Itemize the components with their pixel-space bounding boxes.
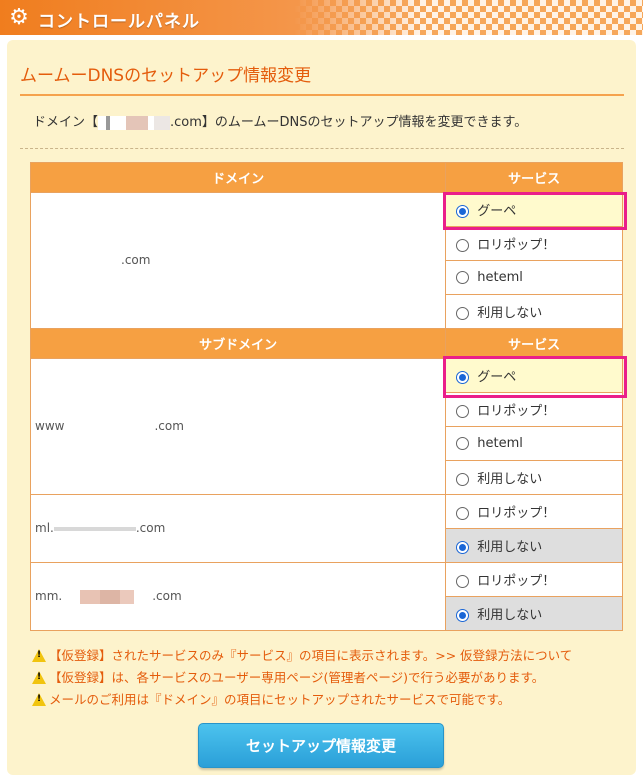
subdomain-suffix: .com bbox=[135, 521, 166, 536]
setup-change-submit-button[interactable]: セットアップ情報変更 bbox=[198, 723, 444, 768]
option-label: ロリポップ！ bbox=[477, 238, 556, 253]
option-label: ロリポップ！ bbox=[477, 506, 556, 521]
domain-column-header: ドメイン bbox=[29, 162, 447, 193]
option-label: 利用しない bbox=[477, 540, 543, 555]
service-option-heteml[interactable]: heteml bbox=[445, 260, 623, 295]
gear-icon: ⚙ bbox=[9, 5, 29, 30]
service-option-none[interactable]: 利用しない bbox=[445, 460, 623, 495]
option-label: 利用しない bbox=[477, 472, 543, 487]
note-line: メールのご利用は『ドメイン』の項目にセットアップされたサービスで可能です。 bbox=[32, 689, 510, 708]
service-option-goope[interactable]: グーペ bbox=[445, 192, 623, 227]
service-option-lolipop[interactable]: ロリポップ！ bbox=[445, 392, 623, 427]
provisional-registration-link[interactable]: >> 仮登録方法について bbox=[435, 648, 572, 663]
subdomain-suffix: .com bbox=[152, 589, 182, 604]
option-label: 利用しない bbox=[477, 306, 543, 321]
warning-icon bbox=[32, 649, 46, 662]
radio-selected-icon[interactable] bbox=[456, 609, 470, 622]
option-label: グーペ bbox=[477, 370, 517, 385]
radio-icon[interactable] bbox=[456, 437, 470, 450]
warning-icon bbox=[32, 671, 46, 684]
masked-subdomain bbox=[64, 420, 154, 434]
service-column-header: サービス bbox=[445, 328, 623, 359]
subdomain-name-cell: ml. .com bbox=[29, 494, 447, 563]
subdomain-column-header: サブドメイン bbox=[29, 328, 447, 359]
desc-prefix: ドメイン【 bbox=[33, 115, 99, 130]
radio-selected-icon[interactable] bbox=[456, 205, 470, 218]
service-option-none[interactable]: 利用しない bbox=[445, 294, 623, 329]
subdomain-prefix: mm. bbox=[35, 589, 63, 604]
service-option-lolipop[interactable]: ロリポップ！ bbox=[445, 562, 623, 597]
radio-icon[interactable] bbox=[456, 507, 470, 520]
service-option-none[interactable]: 利用しない bbox=[445, 596, 623, 631]
desc-domain-suffix: .com bbox=[170, 115, 202, 130]
option-label: グーペ bbox=[477, 204, 517, 219]
option-label: ロリポップ！ bbox=[477, 574, 556, 589]
masked-domain bbox=[98, 115, 171, 130]
radio-icon[interactable] bbox=[456, 307, 470, 320]
service-option-lolipop[interactable]: ロリポップ！ bbox=[445, 226, 623, 261]
dns-setup-table: ドメイン サービス .com グーペ ロリポップ！ heteml 利用しない サ… bbox=[29, 162, 623, 631]
radio-selected-icon[interactable] bbox=[456, 541, 470, 554]
option-label: heteml bbox=[477, 436, 523, 451]
radio-icon[interactable] bbox=[456, 239, 470, 252]
note-text: メールのご利用は『ドメイン』の項目にセットアップされたサービスで可能です。 bbox=[49, 692, 511, 707]
radio-icon[interactable] bbox=[456, 405, 470, 418]
option-label: ロリポップ！ bbox=[477, 404, 556, 419]
note-text: 【仮登録】は、各サービスのユーザー専用ページ(管理者ページ)で行う必要があります… bbox=[49, 670, 545, 685]
service-option-heteml[interactable]: heteml bbox=[445, 426, 623, 461]
option-label: heteml bbox=[477, 270, 523, 285]
subdomain-prefix: ml. bbox=[35, 521, 54, 536]
section-title: ムームーDNSのセットアップ情報変更 bbox=[20, 66, 312, 86]
service-option-goope[interactable]: グーペ bbox=[445, 358, 623, 393]
subdomain-prefix: www bbox=[35, 419, 65, 434]
masked-subdomain bbox=[53, 521, 136, 536]
radio-icon[interactable] bbox=[456, 271, 470, 284]
note-text: 【仮登録】されたサービスのみ『サービス』の項目に表示されます。 bbox=[49, 648, 436, 663]
subdomain-name-cell: mm. .com bbox=[29, 562, 447, 631]
masked-domain-name bbox=[35, 254, 121, 268]
subdomain-suffix: .com bbox=[154, 419, 184, 434]
note-line: 【仮登録】は、各サービスのユーザー専用ページ(管理者ページ)で行う必要があります… bbox=[32, 667, 544, 686]
service-column-header: サービス bbox=[445, 162, 623, 193]
note-line: 【仮登録】されたサービスのみ『サービス』の項目に表示されます。>> 仮登録方法に… bbox=[32, 645, 572, 664]
radio-icon[interactable] bbox=[456, 575, 470, 588]
title-divider bbox=[20, 94, 624, 96]
subdomain-name-cell: www .com bbox=[29, 358, 447, 495]
warning-icon bbox=[32, 693, 46, 706]
dashed-divider bbox=[20, 148, 624, 149]
control-panel-header: ⚙ コントロールパネル bbox=[0, 0, 643, 35]
masked-subdomain bbox=[62, 589, 153, 604]
domain-name-suffix: .com bbox=[121, 253, 151, 268]
desc-suffix: 】のムームーDNSのセットアップ情報を変更できます。 bbox=[201, 115, 528, 130]
section-description: ドメイン【 .com】のムームーDNSのセットアップ情報を変更できます。 bbox=[33, 111, 527, 130]
radio-selected-icon[interactable] bbox=[456, 371, 470, 384]
header-title: コントロールパネル bbox=[38, 12, 200, 32]
radio-icon[interactable] bbox=[456, 473, 470, 486]
domain-name-cell: .com bbox=[29, 192, 447, 329]
service-option-none[interactable]: 利用しない bbox=[445, 528, 623, 563]
service-option-lolipop[interactable]: ロリポップ！ bbox=[445, 494, 623, 529]
option-label: 利用しない bbox=[477, 608, 543, 623]
